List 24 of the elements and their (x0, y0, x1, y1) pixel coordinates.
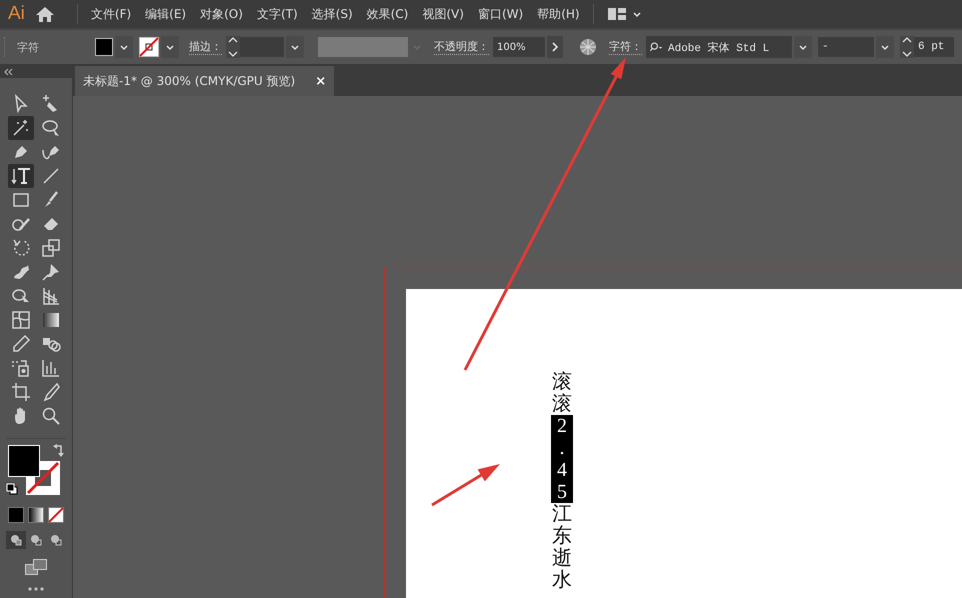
vertical-text: 滚滚 (551, 371, 573, 415)
menu-item[interactable]: 文字(T) (250, 6, 305, 22)
app-logo: Ai (8, 3, 25, 25)
stroke-label[interactable]: 描边： (189, 39, 222, 55)
vertical-text: 江东逝水 (551, 503, 573, 591)
character-label[interactable]: 字符： (609, 39, 642, 55)
menu-item[interactable]: 选择(S) (304, 6, 360, 22)
menu-item[interactable]: 窗口(W) (470, 6, 530, 22)
menu-item[interactable]: 文件(F) (84, 6, 138, 22)
menu-item[interactable]: 视图(V) (415, 6, 471, 22)
font-style-field[interactable]: - (818, 37, 874, 57)
menu-item[interactable]: 对象(O) (193, 6, 250, 22)
opacity-label[interactable]: 不透明度： (434, 39, 489, 55)
opacity-field[interactable]: 100% (493, 37, 545, 57)
font-field[interactable]: Adobe 宋体 Std L (646, 36, 792, 58)
selected-text: 2.45 (551, 415, 573, 503)
font-size-field[interactable]: 6 pt (914, 37, 954, 57)
menu-item[interactable]: 效果(C) (360, 6, 416, 22)
document-tab[interactable]: 未标题-1* @ 300% (CMYK/GPU 预览) × (75, 66, 334, 96)
panel-label: 字符 (17, 40, 40, 54)
menu-item[interactable]: 帮助(H) (530, 6, 587, 22)
document-title[interactable]: 未标题-1* @ 300% (CMYK/GPU 预览) (83, 72, 296, 90)
menu-item[interactable]: 编辑(E) (138, 6, 194, 22)
close-button[interactable]: × (315, 74, 326, 88)
